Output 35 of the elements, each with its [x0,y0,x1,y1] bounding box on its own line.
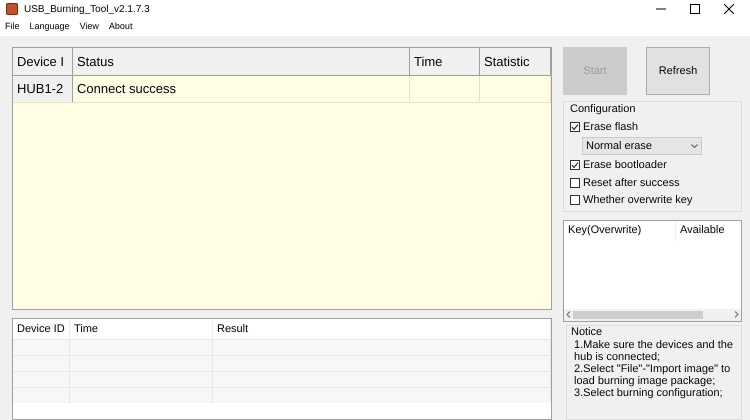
horizontal-scrollbar[interactable] [564,308,741,320]
checkbox[interactable] [570,160,580,170]
notice-text: 2.Select "File"-"Import image" to load burning image package; [573,362,732,386]
checkbox-label: Reset after success [583,176,680,190]
menu-item[interactable]: About [108,20,132,34]
table-cell: HUB1-2 [13,76,73,102]
checkbox[interactable] [570,178,580,188]
column-header[interactable]: Available [676,220,741,240]
checkbox-label: Whether overwrite key [583,193,692,208]
notice-text: 3.Select burning configuration; [573,386,724,398]
chevron-down-icon [691,144,698,148]
checkbox[interactable] [570,122,580,132]
refresh-button[interactable]: Refresh [646,47,710,95]
menu-item[interactable]: Language [30,20,70,34]
window-title: USB_Burning_Tool_v2.1.7.3 [24,2,150,16]
app-icon [6,3,18,15]
column-header[interactable]: Status [73,48,410,75]
column-header[interactable]: Statistic [480,48,551,75]
column-header[interactable]: Time [410,48,480,75]
checkbox-label: Erase flash [583,120,638,134]
group-title: Configuration [570,102,636,117]
menu-item[interactable]: File [5,20,20,34]
chevron-left-icon[interactable] [566,311,571,318]
checkbox[interactable] [570,195,580,206]
column-header[interactable]: Key(Overwrite) [564,220,676,240]
maximize-icon[interactable] [690,4,700,14]
column-header[interactable]: Device I [13,48,73,75]
menu-item[interactable]: View [80,20,99,34]
table-cell: Connect success [73,76,410,102]
checkbox-label: Erase bootloader [583,158,667,173]
group-title: Notice [571,326,604,338]
chevron-right-icon[interactable] [734,311,739,318]
close-icon[interactable] [724,4,734,14]
notice-text: 1.Make sure the devices and the hub is connected; [573,338,734,362]
erase-mode-dropdown[interactable]: Normal erase [582,137,702,155]
